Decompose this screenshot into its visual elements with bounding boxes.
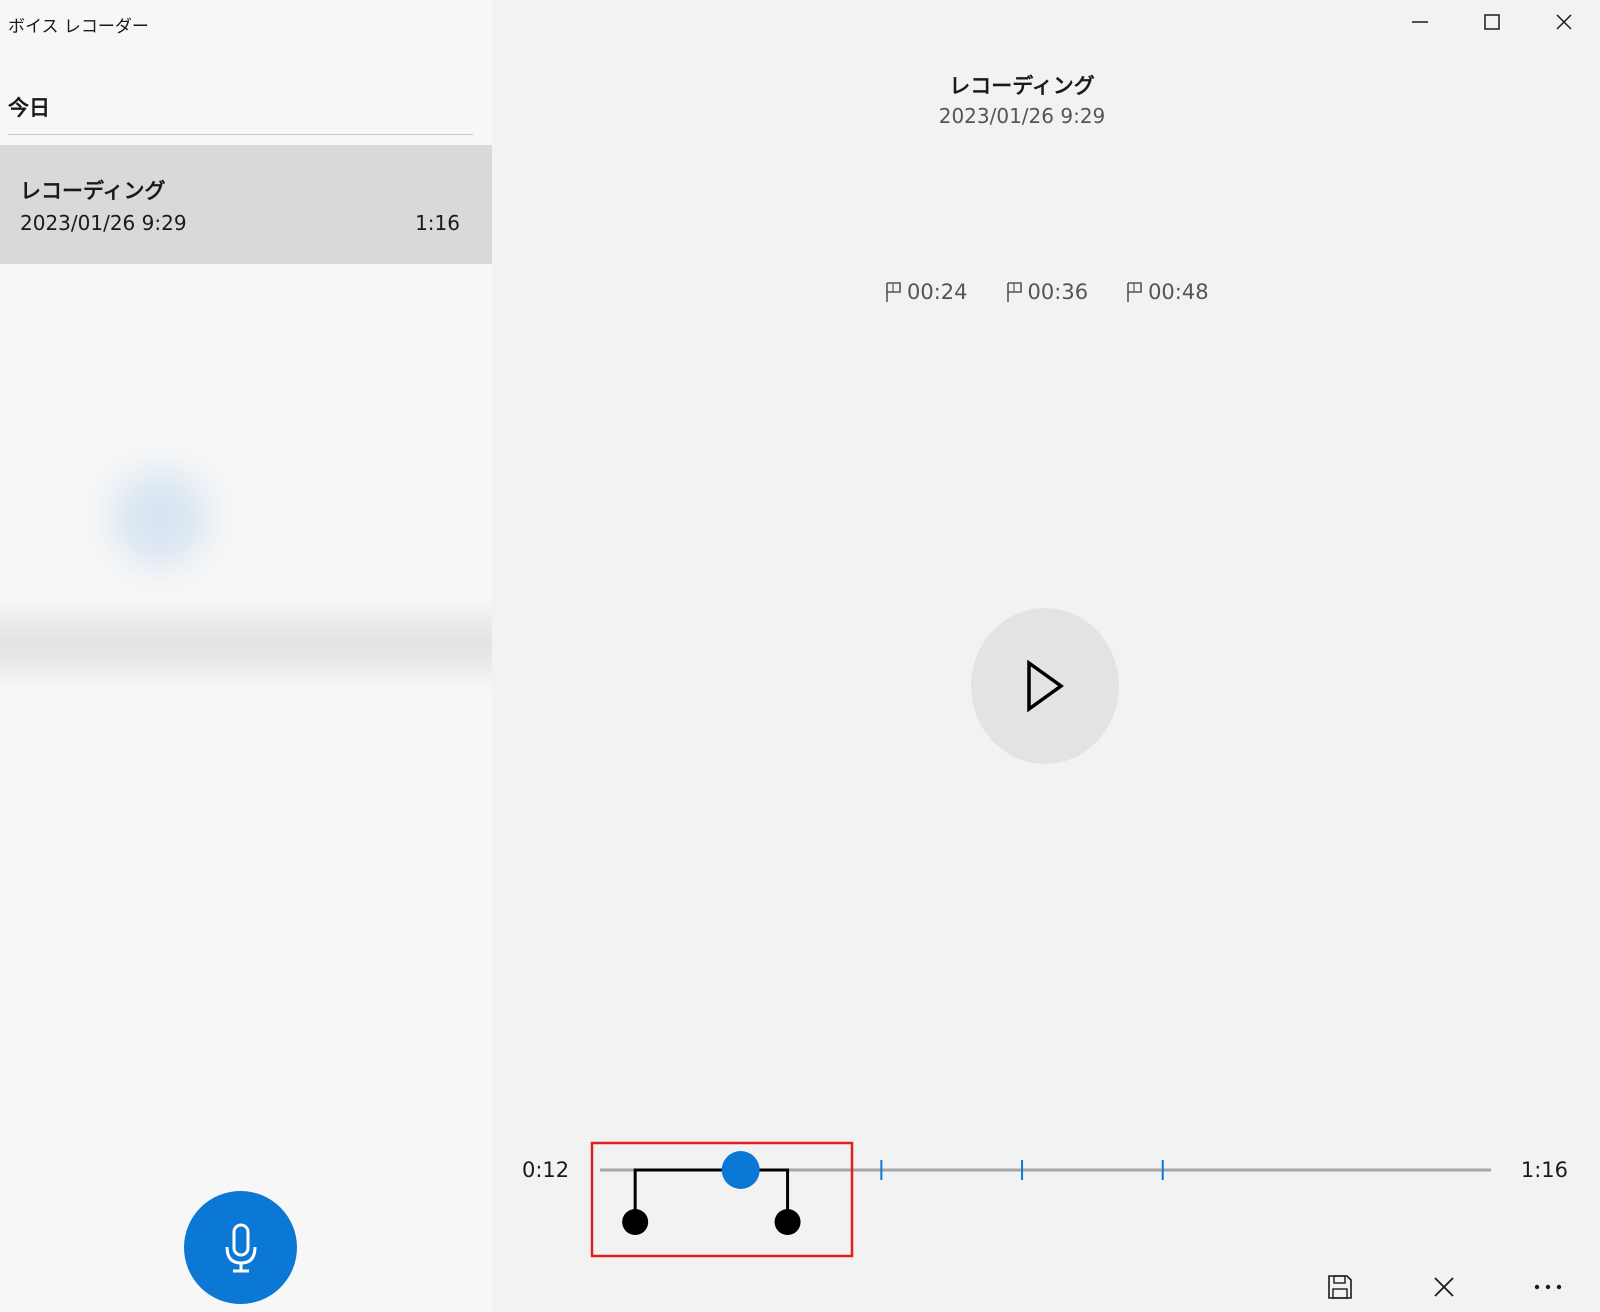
blurred-background-band — [0, 600, 492, 690]
trim-end-handle[interactable] — [774, 1209, 801, 1235]
more-options-button[interactable] — [1496, 1262, 1600, 1312]
app-title: ボイス レコーダー — [8, 17, 149, 37]
recording-list-item[interactable]: レコーディング 2023/01/26 9:29 1:16 — [0, 145, 492, 264]
flag-icon — [886, 282, 901, 302]
save-button[interactable] — [1288, 1262, 1392, 1312]
flag-icon — [1006, 282, 1022, 302]
marker-item[interactable]: 00:36 — [1006, 280, 1089, 304]
recording-title: レコーディング — [949, 74, 1095, 98]
recording-duration: 1:16 — [415, 211, 460, 235]
playhead-thumb[interactable] — [721, 1151, 760, 1189]
window-controls — [1384, 0, 1600, 44]
more-icon — [1534, 1284, 1562, 1290]
maximize-button[interactable] — [1456, 0, 1528, 44]
voice-recorder-window: ボイス レコーダー 今日 レコーディング 2023/01/26 9:29 1:1… — [0, 0, 1600, 1312]
recordings-pane: ボイス レコーダー 今日 レコーディング 2023/01/26 9:29 1:1… — [0, 0, 492, 1312]
microphone-icon — [225, 1223, 256, 1272]
save-icon — [1328, 1275, 1352, 1299]
discard-trim-button[interactable] — [1392, 1262, 1496, 1312]
minimize-button[interactable] — [1384, 0, 1456, 44]
close-window-button[interactable] — [1528, 0, 1600, 44]
close-icon — [1434, 1277, 1454, 1297]
trim-start-handle[interactable] — [622, 1209, 649, 1235]
minimize-icon — [1412, 21, 1428, 23]
maximize-icon — [1484, 14, 1500, 30]
marker-time: 00:48 — [1148, 280, 1209, 304]
blurred-background-shape — [112, 470, 208, 566]
play-button[interactable] — [971, 608, 1119, 764]
trim-bracket — [633, 1168, 790, 1222]
group-header-today: 今日 — [8, 96, 50, 120]
command-bar — [1288, 1262, 1600, 1312]
record-button[interactable] — [184, 1191, 297, 1304]
marker-time: 00:36 — [1027, 280, 1089, 304]
flag-icon — [1127, 282, 1142, 302]
play-icon — [1027, 660, 1064, 712]
recording-name: レコーディング — [20, 179, 166, 203]
marker-list: 00:24 00:36 00:48 — [885, 280, 1209, 304]
recording-detail-pane: レコーディング 2023/01/26 9:29 00:24 00:36 00:4… — [492, 0, 1600, 1312]
recording-timestamp: 2023/01/26 9:29 — [938, 104, 1106, 128]
marker-item[interactable]: 00:48 — [1126, 280, 1209, 304]
marker-item[interactable]: 00:24 — [885, 280, 968, 304]
highlight-box — [590, 1141, 854, 1258]
close-icon — [1556, 14, 1572, 30]
playback-timeline[interactable] — [492, 1120, 1600, 1270]
marker-time: 00:24 — [907, 280, 968, 304]
group-divider — [8, 134, 473, 135]
recording-date: 2023/01/26 9:29 — [20, 211, 187, 235]
